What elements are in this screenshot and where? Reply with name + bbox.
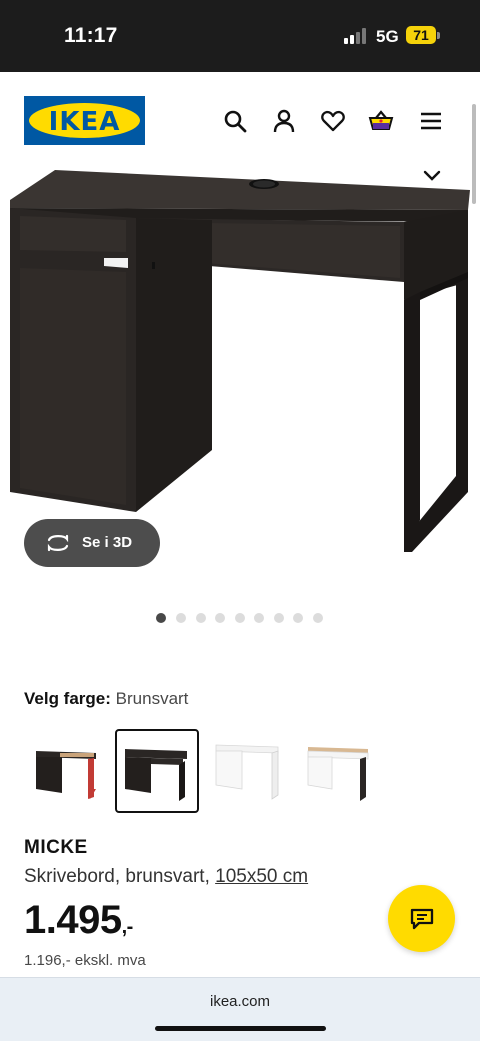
color-swatch-white[interactable]: [206, 729, 290, 813]
color-swatch-black-red[interactable]: [28, 729, 112, 813]
price-ex-vat: 1.196,- ekskl. mva: [24, 952, 146, 969]
home-indicator[interactable]: [155, 1026, 326, 1031]
url-label[interactable]: ikea.com: [0, 993, 480, 1010]
status-time: 11:17: [64, 24, 118, 47]
account-icon[interactable]: [271, 108, 297, 134]
product-image[interactable]: [0, 160, 480, 580]
battery-tip: [437, 32, 440, 39]
carousel-dot[interactable]: [196, 613, 206, 623]
battery-icon: 71: [406, 26, 436, 44]
ikea-logo[interactable]: IKEA: [24, 96, 145, 145]
logo-text: IKEA: [48, 107, 121, 137]
browser-address-bar: ikea.com: [0, 977, 480, 1041]
carousel-dot[interactable]: [254, 613, 264, 623]
product-description: Skrivebord, brunsvart, 105x50 cm: [24, 866, 308, 888]
carousel-dot[interactable]: [235, 613, 245, 623]
product-price: 1.495,-: [24, 898, 133, 943]
product-size-link[interactable]: 105x50 cm: [215, 866, 308, 887]
color-selector-label: Velg farge: Brunsvart: [24, 689, 188, 709]
color-label: Velg farge:: [24, 689, 111, 708]
basket-icon[interactable]: [368, 108, 394, 134]
carousel-dot[interactable]: [274, 613, 284, 623]
carousel-dot[interactable]: [313, 613, 323, 623]
chat-button[interactable]: [388, 885, 455, 952]
menu-icon[interactable]: [418, 108, 444, 134]
rotate-3d-icon: [47, 534, 69, 552]
network-label: 5G: [376, 27, 399, 46]
price-suffix: ,-: [121, 916, 134, 938]
product-name: MICKE: [24, 837, 88, 858]
carousel-dot[interactable]: [156, 613, 166, 623]
color-swatch-white-oak[interactable]: [298, 729, 382, 813]
view-3d-button[interactable]: Se i 3D: [24, 519, 160, 567]
carousel-dot[interactable]: [293, 613, 303, 623]
color-value: Brunsvart: [115, 689, 189, 708]
signal-icon: [344, 28, 368, 44]
chevron-down-icon[interactable]: [418, 162, 446, 190]
price-value: 1.495: [24, 898, 122, 942]
heart-icon[interactable]: [320, 108, 346, 134]
color-swatch-brunsvart[interactable]: [115, 729, 199, 813]
carousel-dot[interactable]: [176, 613, 186, 623]
view-3d-label: Se i 3D: [82, 534, 133, 551]
site-header: IKEA: [0, 72, 480, 168]
carousel-dot[interactable]: [215, 613, 225, 623]
search-icon[interactable]: [222, 108, 248, 134]
chat-icon: [410, 908, 434, 930]
product-description-text: Skrivebord, brunsvart,: [24, 866, 210, 887]
status-bar: 11:17 5G 71: [0, 0, 480, 72]
